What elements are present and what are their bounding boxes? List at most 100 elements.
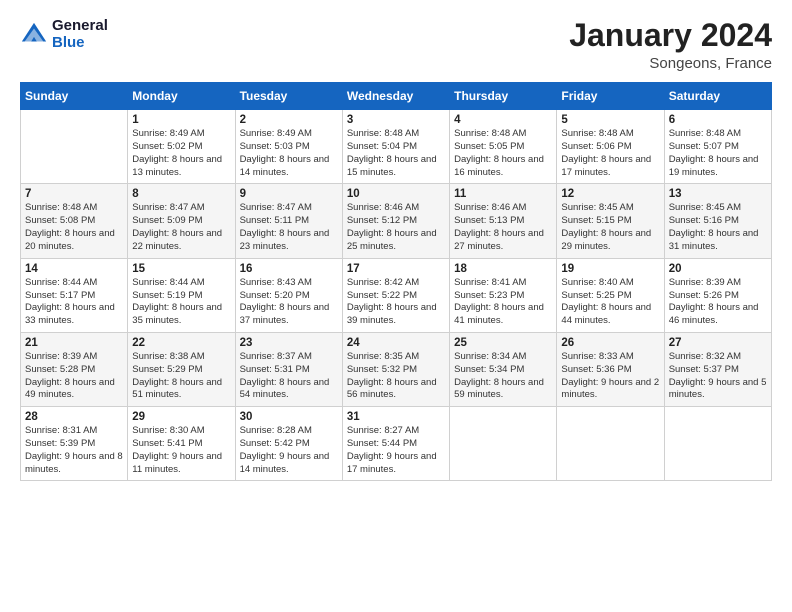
logo-general: General — [52, 18, 108, 35]
cell-details: Sunrise: 8:41 AM Sunset: 5:23 PM Dayligh… — [454, 277, 552, 328]
cell-details: Sunrise: 8:27 AM Sunset: 5:44 PM Dayligh… — [347, 425, 445, 476]
day-number: 20 — [669, 263, 767, 275]
day-number: 15 — [132, 263, 230, 275]
calendar-cell: 28 Sunrise: 8:31 AM Sunset: 5:39 PM Dayli… — [21, 407, 128, 481]
cell-details: Sunrise: 8:39 AM Sunset: 5:26 PM Dayligh… — [669, 277, 767, 328]
title-block: January 2024 Songeons, France — [569, 18, 772, 72]
subtitle: Songeons, France — [569, 55, 772, 72]
calendar-cell: 5 Sunrise: 8:48 AM Sunset: 5:06 PM Daylig… — [557, 110, 664, 184]
cell-details: Sunrise: 8:39 AM Sunset: 5:28 PM Dayligh… — [25, 351, 123, 402]
cell-details: Sunrise: 8:49 AM Sunset: 5:02 PM Dayligh… — [132, 128, 230, 179]
calendar-cell: 6 Sunrise: 8:48 AM Sunset: 5:07 PM Daylig… — [664, 110, 771, 184]
logo-text: General Blue — [52, 18, 108, 51]
calendar-cell: 25 Sunrise: 8:34 AM Sunset: 5:34 PM Dayli… — [450, 332, 557, 406]
logo-blue: Blue — [52, 35, 108, 52]
calendar-cell: 22Sunrise: 8:38 AM Sunset: 5:29 PM Dayli… — [128, 332, 235, 406]
cell-details: Sunrise: 8:48 AM Sunset: 5:07 PM Dayligh… — [669, 128, 767, 179]
calendar-cell: 17 Sunrise: 8:42 AM Sunset: 5:22 PM Dayli… — [342, 258, 449, 332]
week-row-1: 7 Sunrise: 8:48 AM Sunset: 5:08 PM Daylig… — [21, 184, 772, 258]
header: General Blue January 2024 Songeons, Fran… — [20, 18, 772, 72]
cell-details: Sunrise: 8:40 AM Sunset: 5:25 PM Dayligh… — [561, 277, 659, 328]
calendar-cell: 31 Sunrise: 8:27 AM Sunset: 5:44 PM Dayli… — [342, 407, 449, 481]
cell-details: Sunrise: 8:34 AM Sunset: 5:34 PM Dayligh… — [454, 351, 552, 402]
calendar-cell: 14Sunrise: 8:44 AM Sunset: 5:17 PM Dayli… — [21, 258, 128, 332]
header-day-monday: Monday — [128, 83, 235, 110]
day-number: 13 — [669, 188, 767, 200]
day-number: 16 — [240, 263, 338, 275]
calendar-cell: 10Sunrise: 8:46 AM Sunset: 5:12 PM Dayli… — [342, 184, 449, 258]
calendar-cell: 15 Sunrise: 8:44 AM Sunset: 5:19 PM Dayli… — [128, 258, 235, 332]
day-number: 17 — [347, 263, 445, 275]
header-day-friday: Friday — [557, 83, 664, 110]
calendar-cell — [664, 407, 771, 481]
week-row-4: 28 Sunrise: 8:31 AM Sunset: 5:39 PM Dayli… — [21, 407, 772, 481]
day-number: 26 — [561, 337, 659, 349]
logo-icon — [20, 21, 48, 49]
day-number: 21 — [25, 337, 123, 349]
cell-details: Sunrise: 8:48 AM Sunset: 5:04 PM Dayligh… — [347, 128, 445, 179]
day-number: 18 — [454, 263, 552, 275]
day-number: 1 — [132, 114, 230, 126]
day-number: 3 — [347, 114, 445, 126]
week-row-3: 21 Sunrise: 8:39 AM Sunset: 5:28 PM Dayli… — [21, 332, 772, 406]
calendar-cell: 13 Sunrise: 8:45 AM Sunset: 5:16 PM Dayli… — [664, 184, 771, 258]
cell-details: Sunrise: 8:49 AM Sunset: 5:03 PM Dayligh… — [240, 128, 338, 179]
calendar-cell: 29 Sunrise: 8:30 AM Sunset: 5:41 PM Dayli… — [128, 407, 235, 481]
day-number: 12 — [561, 188, 659, 200]
cell-details: Sunrise: 8:47 AM Sunset: 5:11 PM Dayligh… — [240, 202, 338, 253]
day-number: 19 — [561, 263, 659, 275]
day-number: 28 — [25, 411, 123, 423]
day-number: 23 — [240, 337, 338, 349]
calendar-cell: 12Sunrise: 8:45 AM Sunset: 5:15 PM Dayli… — [557, 184, 664, 258]
day-number: 7 — [25, 188, 123, 200]
calendar-cell: 19 Sunrise: 8:40 AM Sunset: 5:25 PM Dayli… — [557, 258, 664, 332]
cell-details: Sunrise: 8:44 AM Sunset: 5:17 PM Dayligh… — [25, 277, 123, 328]
cell-details: Sunrise: 8:45 AM Sunset: 5:16 PM Dayligh… — [669, 202, 767, 253]
day-number: 5 — [561, 114, 659, 126]
calendar-cell: 7 Sunrise: 8:48 AM Sunset: 5:08 PM Daylig… — [21, 184, 128, 258]
day-number: 29 — [132, 411, 230, 423]
cell-details: Sunrise: 8:42 AM Sunset: 5:22 PM Dayligh… — [347, 277, 445, 328]
cell-details: Sunrise: 8:30 AM Sunset: 5:41 PM Dayligh… — [132, 425, 230, 476]
cell-details: Sunrise: 8:48 AM Sunset: 5:06 PM Dayligh… — [561, 128, 659, 179]
header-day-tuesday: Tuesday — [235, 83, 342, 110]
cell-details: Sunrise: 8:43 AM Sunset: 5:20 PM Dayligh… — [240, 277, 338, 328]
calendar-cell — [557, 407, 664, 481]
calendar-cell: 23 Sunrise: 8:37 AM Sunset: 5:31 PM Dayli… — [235, 332, 342, 406]
calendar-cell: 21 Sunrise: 8:39 AM Sunset: 5:28 PM Dayli… — [21, 332, 128, 406]
calendar-cell: 30Sunrise: 8:28 AM Sunset: 5:42 PM Dayli… — [235, 407, 342, 481]
cell-details: Sunrise: 8:35 AM Sunset: 5:32 PM Dayligh… — [347, 351, 445, 402]
cell-details: Sunrise: 8:31 AM Sunset: 5:39 PM Dayligh… — [25, 425, 123, 476]
calendar-cell: 20 Sunrise: 8:39 AM Sunset: 5:26 PM Dayli… — [664, 258, 771, 332]
day-number: 6 — [669, 114, 767, 126]
main-title: January 2024 — [569, 18, 772, 53]
cell-details: Sunrise: 8:48 AM Sunset: 5:08 PM Dayligh… — [25, 202, 123, 253]
day-number: 8 — [132, 188, 230, 200]
calendar-cell: 9 Sunrise: 8:47 AM Sunset: 5:11 PM Daylig… — [235, 184, 342, 258]
calendar-cell: 3 Sunrise: 8:48 AM Sunset: 5:04 PM Daylig… — [342, 110, 449, 184]
week-row-0: 1 Sunrise: 8:49 AM Sunset: 5:02 PM Daylig… — [21, 110, 772, 184]
header-row: SundayMondayTuesdayWednesdayThursdayFrid… — [21, 83, 772, 110]
cell-details: Sunrise: 8:38 AM Sunset: 5:29 PM Dayligh… — [132, 351, 230, 402]
day-number: 25 — [454, 337, 552, 349]
header-day-sunday: Sunday — [21, 83, 128, 110]
day-number: 31 — [347, 411, 445, 423]
calendar-cell: 1 Sunrise: 8:49 AM Sunset: 5:02 PM Daylig… — [128, 110, 235, 184]
calendar-cell: 27Sunrise: 8:32 AM Sunset: 5:37 PM Dayli… — [664, 332, 771, 406]
calendar-cell: 18 Sunrise: 8:41 AM Sunset: 5:23 PM Dayli… — [450, 258, 557, 332]
cell-details: Sunrise: 8:46 AM Sunset: 5:12 PM Dayligh… — [347, 202, 445, 253]
cell-details: Sunrise: 8:37 AM Sunset: 5:31 PM Dayligh… — [240, 351, 338, 402]
cell-details: Sunrise: 8:28 AM Sunset: 5:42 PM Dayligh… — [240, 425, 338, 476]
calendar-cell: 8Sunrise: 8:47 AM Sunset: 5:09 PM Daylig… — [128, 184, 235, 258]
calendar-cell: 2Sunrise: 8:49 AM Sunset: 5:03 PM Daylig… — [235, 110, 342, 184]
day-number: 11 — [454, 188, 552, 200]
calendar-table: SundayMondayTuesdayWednesdayThursdayFrid… — [20, 82, 772, 481]
week-row-2: 14Sunrise: 8:44 AM Sunset: 5:17 PM Dayli… — [21, 258, 772, 332]
day-number: 9 — [240, 188, 338, 200]
cell-details: Sunrise: 8:32 AM Sunset: 5:37 PM Dayligh… — [669, 351, 767, 402]
calendar-cell — [21, 110, 128, 184]
calendar-cell — [450, 407, 557, 481]
day-number: 24 — [347, 337, 445, 349]
logo: General Blue — [20, 18, 108, 51]
cell-details: Sunrise: 8:44 AM Sunset: 5:19 PM Dayligh… — [132, 277, 230, 328]
